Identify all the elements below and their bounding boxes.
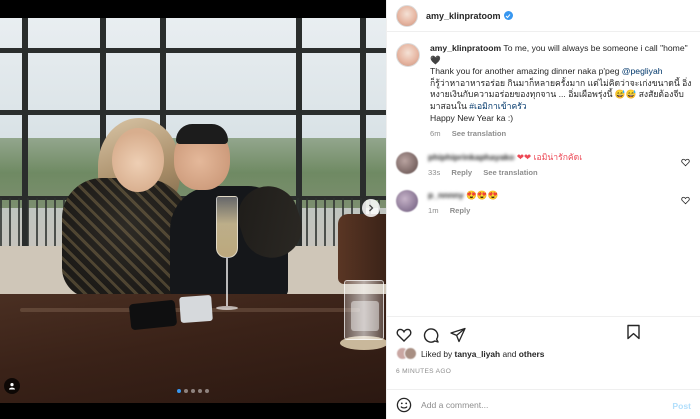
hashtag-link[interactable]: #เอมิกาเข้าครัว bbox=[469, 101, 526, 111]
post-side-panel: amy_klinpratoom amy_klinpratoom To me, y… bbox=[386, 0, 700, 419]
commenter-avatar[interactable] bbox=[396, 189, 418, 212]
add-comment-input[interactable] bbox=[421, 399, 661, 410]
post-photo-viewer bbox=[0, 0, 386, 419]
chair bbox=[338, 214, 386, 284]
carousel-dot bbox=[177, 389, 181, 393]
post-comment-button[interactable]: Post bbox=[672, 401, 691, 411]
author-avatar[interactable] bbox=[396, 4, 418, 27]
commenter-username[interactable]: phiphiprinkaphayako bbox=[428, 152, 514, 162]
author-username[interactable]: amy_klinpratoom bbox=[426, 11, 501, 21]
caption-avatar[interactable] bbox=[396, 43, 420, 67]
carousel-dot bbox=[205, 389, 209, 393]
emoji-icon[interactable] bbox=[396, 397, 412, 413]
comment-time: 1m bbox=[428, 205, 439, 215]
reply-button[interactable]: Reply bbox=[451, 168, 472, 177]
instagram-post-modal: amy_klinpratoom amy_klinpratoom To me, y… bbox=[0, 0, 700, 419]
like-heart-icon[interactable] bbox=[396, 327, 412, 343]
add-comment-bar: Post bbox=[387, 389, 700, 419]
carousel-dot bbox=[198, 389, 202, 393]
post-photo[interactable] bbox=[0, 18, 386, 403]
champagne-glass bbox=[214, 196, 240, 314]
carousel-dot bbox=[184, 389, 188, 393]
phone bbox=[128, 299, 178, 331]
reply-button[interactable]: Reply bbox=[450, 206, 471, 215]
carousel-dots bbox=[0, 389, 386, 393]
tagged-users-button[interactable] bbox=[4, 378, 20, 394]
comment-text: ❤❤ เอมิน่ารักคัดเ bbox=[516, 151, 583, 162]
comment-time: 33s bbox=[428, 167, 441, 177]
see-translation-button[interactable]: See translation bbox=[483, 168, 537, 177]
share-paper-plane-icon[interactable] bbox=[450, 327, 466, 343]
user-icon bbox=[9, 383, 15, 390]
mention-link[interactable]: @pegliyah bbox=[622, 66, 663, 76]
water-glass bbox=[344, 280, 384, 340]
chevron-right-icon bbox=[369, 204, 374, 212]
comment-bubble-icon[interactable] bbox=[423, 327, 439, 343]
like-comment-heart-icon[interactable] bbox=[681, 158, 690, 167]
likes-summary: Liked by tanya_liyah and others bbox=[396, 347, 544, 360]
caption-username[interactable]: amy_klinpratoom bbox=[430, 43, 501, 53]
commenter-username[interactable]: p_nnnny bbox=[428, 190, 464, 200]
comment-item: phiphiprinkaphayako ❤❤ เอมิน่ารักคัดเ 33… bbox=[396, 151, 692, 178]
post-header: amy_klinpratoom bbox=[387, 0, 700, 32]
comments-section: amy_klinpratoom To me, you will always b… bbox=[387, 33, 700, 313]
carousel-next-button[interactable] bbox=[362, 199, 380, 217]
liker-username-link[interactable]: tanya_liyah bbox=[455, 349, 501, 359]
comment-text: 😍😍😍 bbox=[466, 189, 499, 200]
caption-line2: Thank you for another amazing dinner nak… bbox=[430, 66, 622, 77]
caption-time: 6m bbox=[430, 129, 441, 139]
caption: amy_klinpratoom To me, you will always b… bbox=[396, 43, 692, 140]
carousel-dot bbox=[191, 389, 195, 393]
save-bookmark-icon[interactable] bbox=[626, 324, 641, 340]
likes-others-link[interactable]: others bbox=[519, 349, 545, 359]
verified-badge-icon bbox=[503, 11, 513, 20]
commenter-avatar[interactable] bbox=[396, 151, 418, 174]
post-timestamp: 6 MINUTES AGO bbox=[396, 368, 452, 375]
liker-avatars bbox=[396, 347, 417, 360]
caption-line4: Happy New Year ka :) bbox=[430, 112, 514, 123]
post-actions-bar bbox=[387, 316, 700, 346]
see-translation-button[interactable]: See translation bbox=[452, 129, 506, 138]
comment-item: p_nnnny 😍😍😍 1m Reply bbox=[396, 189, 692, 216]
like-comment-heart-icon[interactable] bbox=[681, 196, 690, 205]
